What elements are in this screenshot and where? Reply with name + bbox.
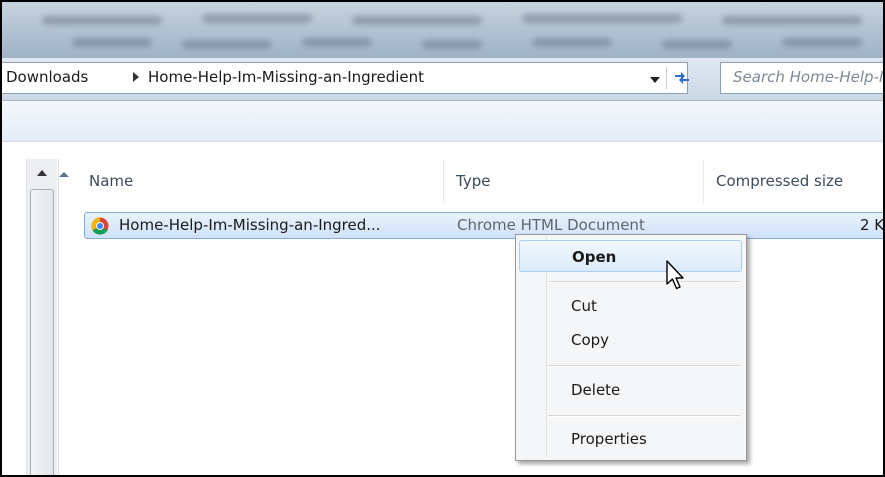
menu-cut-label: Cut (571, 297, 597, 315)
menu-copy-label: Copy (571, 331, 610, 349)
menu-separator (548, 365, 740, 367)
chrome-icon (91, 217, 109, 235)
address-row: Downloads Home-Help-Im-Missing-an-Ingred… (2, 58, 883, 101)
scroll-thumb[interactable] (30, 189, 54, 475)
menu-separator (548, 415, 740, 417)
refresh-icon[interactable] (670, 66, 694, 90)
menu-item-cut[interactable]: Cut (519, 290, 742, 322)
menu-properties-label: Properties (571, 430, 647, 448)
column-name-label: Name (89, 172, 134, 190)
column-header-compressed-size[interactable]: Compressed size (704, 159, 883, 203)
menu-open-label: Open (572, 248, 617, 266)
column-compressed-size-label: Compressed size (716, 172, 844, 190)
menu-item-copy[interactable]: Copy (519, 324, 742, 356)
column-headers: Name Type Compressed size (59, 159, 883, 203)
search-input[interactable]: Search Home-Help-Im-Missing-an-Ingredien… (720, 62, 884, 94)
command-toolbar (2, 101, 883, 142)
file-row[interactable]: Home-Help-Im-Missing-an-Ingred... Chrome… (84, 212, 885, 239)
address-dropdown-icon[interactable] (650, 77, 660, 83)
nav-scrollbar[interactable] (26, 159, 57, 475)
menu-item-delete[interactable]: Delete (519, 374, 742, 406)
column-header-name[interactable]: Name (59, 159, 444, 203)
breadcrumb-separator-icon[interactable] (133, 72, 139, 82)
title-bar (2, 2, 883, 58)
file-name: Home-Help-Im-Missing-an-Ingred... (119, 216, 381, 234)
menu-item-open[interactable]: Open (519, 240, 742, 272)
mouse-pointer-icon (666, 260, 684, 290)
search-placeholder: Search Home-Help-Im-Missing-an-Ingredien… (733, 68, 884, 86)
file-size: 2 KB (860, 216, 885, 234)
menu-separator (548, 281, 740, 283)
context-menu: Open Cut Copy Delete Properties (515, 234, 747, 461)
file-type: Chrome HTML Document (457, 216, 645, 234)
column-header-type[interactable]: Type (444, 159, 704, 203)
breadcrumb-current-folder[interactable]: Home-Help-Im-Missing-an-Ingredient (148, 68, 424, 86)
scroll-up-icon[interactable] (30, 161, 54, 185)
menu-delete-label: Delete (571, 381, 621, 399)
explorer-window: Downloads Home-Help-Im-Missing-an-Ingred… (0, 0, 885, 477)
column-type-label: Type (456, 172, 491, 190)
breadcrumb-downloads[interactable]: Downloads (6, 68, 88, 86)
address-bar[interactable]: Downloads Home-Help-Im-Missing-an-Ingred… (2, 62, 689, 94)
menu-item-properties[interactable]: Properties (519, 423, 742, 455)
sort-ascending-icon (59, 172, 69, 177)
